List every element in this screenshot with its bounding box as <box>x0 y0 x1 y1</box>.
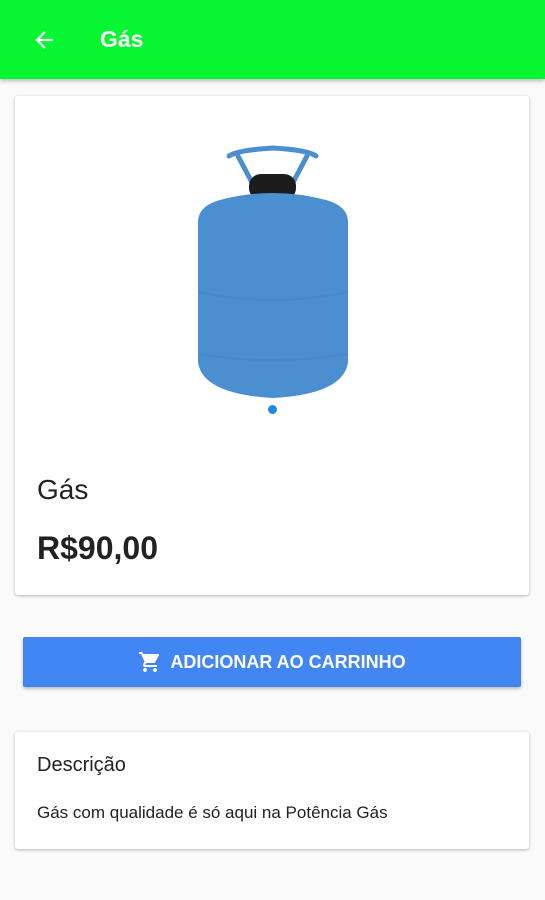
add-to-cart-button[interactable]: ADICIONAR AO CARRINHO <box>23 637 521 687</box>
description-title: Descrição <box>37 754 126 776</box>
image-carousel[interactable] <box>15 96 529 426</box>
back-button[interactable] <box>20 16 68 64</box>
add-to-cart-label: ADICIONAR AO CARRINHO <box>170 651 406 672</box>
product-page: Gás Gás R$90,00 ADICIONAR AO CARRINHO De… <box>0 0 545 900</box>
product-name: Gás <box>37 474 89 505</box>
product-price: R$90,00 <box>37 530 158 566</box>
description-card: Descrição Gás com qualidade é só aqui na… <box>15 732 529 849</box>
product-card: Gás R$90,00 <box>15 96 529 595</box>
page-title: Gás <box>100 26 144 52</box>
cart-icon <box>139 652 160 672</box>
description-text: Gás com qualidade é só aqui na Potência … <box>37 803 388 822</box>
app-bar: Gás <box>0 0 545 79</box>
arrow-left-icon <box>35 30 53 49</box>
carousel-dot-active[interactable] <box>268 405 277 414</box>
gas-cylinder-icon <box>198 145 348 398</box>
